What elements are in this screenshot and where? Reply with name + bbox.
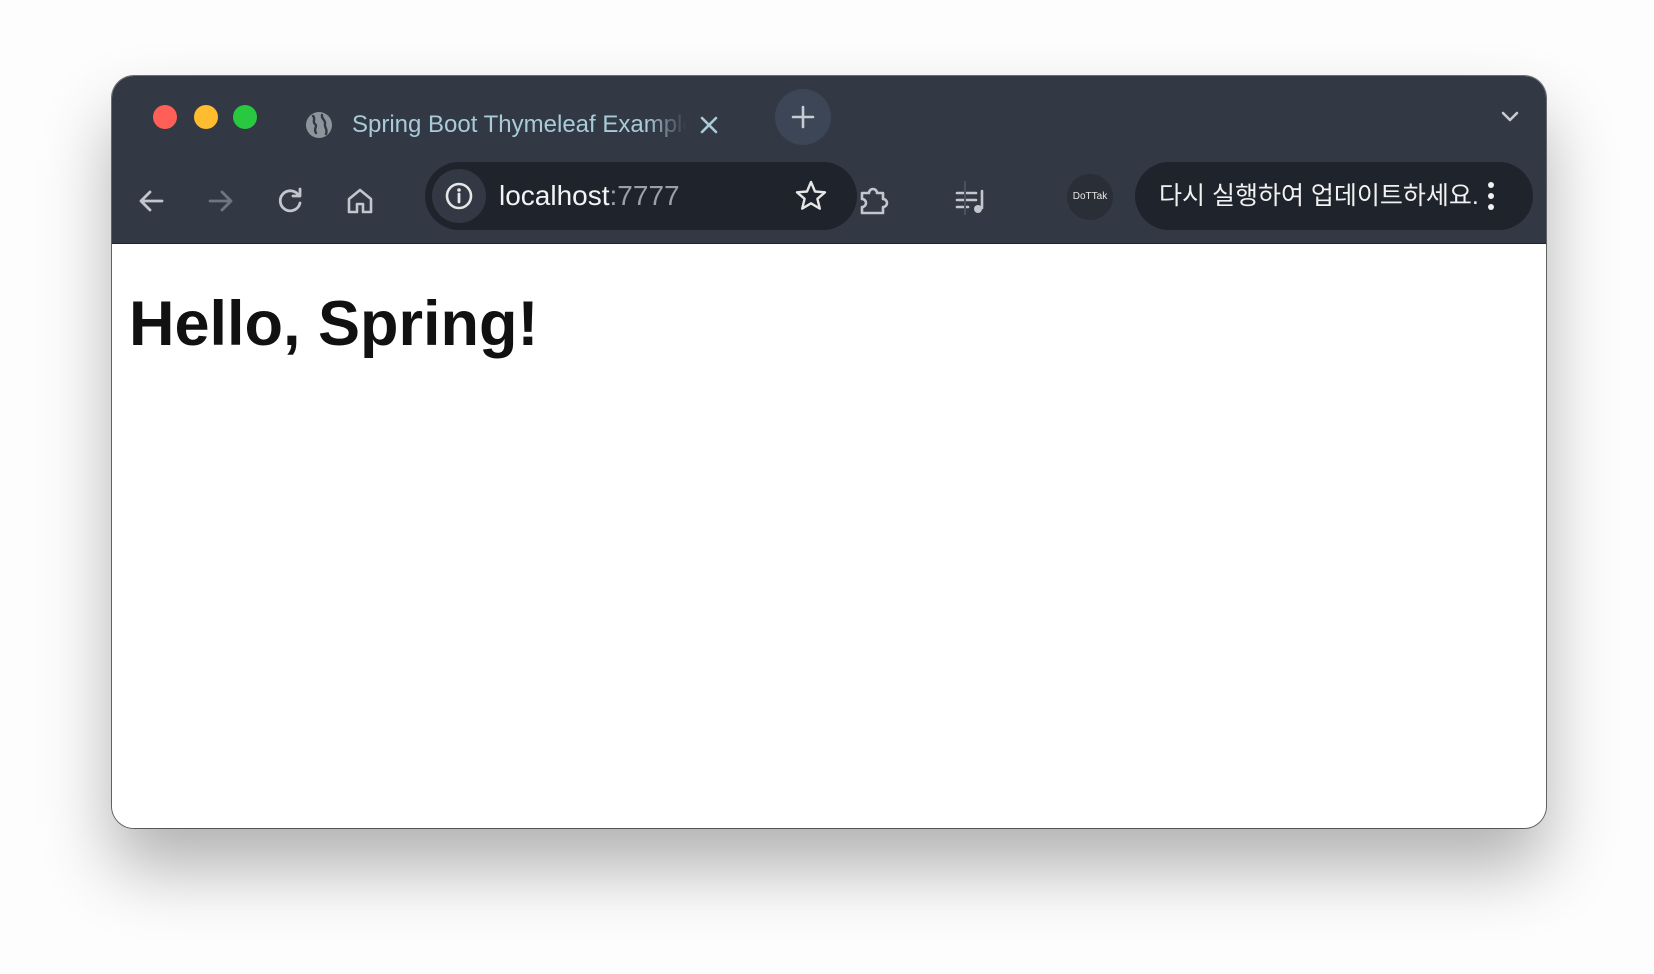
update-chip-label: 다시 실행하여 업데이트하세요. xyxy=(1159,182,1479,210)
reload-icon[interactable] xyxy=(272,183,308,219)
url-port: :7777 xyxy=(609,180,680,211)
minimize-window-button[interactable] xyxy=(194,105,218,129)
url-text[interactable]: localhost:7777 xyxy=(499,179,680,213)
update-relaunch-button[interactable]: 다시 실행하여 업데이트하세요. xyxy=(1135,162,1533,230)
desktop-background: Spring Boot Thymeleaf Example localhost:… xyxy=(0,0,1654,974)
more-menu-kebab-icon[interactable] xyxy=(1483,180,1499,212)
close-window-button[interactable] xyxy=(153,105,177,129)
tab-title: Spring Boot Thymeleaf Example xyxy=(352,111,687,138)
profile-label: DoTTak xyxy=(1072,191,1108,202)
home-icon[interactable] xyxy=(342,183,378,219)
media-controls-icon[interactable] xyxy=(952,182,990,220)
close-tab-icon[interactable] xyxy=(697,113,721,137)
tab-search-chevron-down-icon[interactable] xyxy=(1497,104,1523,130)
back-arrow-icon[interactable] xyxy=(134,183,170,219)
info-icon xyxy=(445,182,473,210)
address-bar[interactable]: localhost:7777 xyxy=(425,162,857,230)
toolbar-divider xyxy=(964,181,966,215)
url-host: localhost xyxy=(499,180,610,211)
bookmark-star-icon[interactable] xyxy=(793,178,829,214)
profile-avatar-button[interactable]: DoTTak xyxy=(1067,174,1113,220)
page-viewport: Hello, Spring! xyxy=(112,244,1546,828)
browser-tab-active[interactable]: Spring Boot Thymeleaf Example xyxy=(292,88,732,158)
page-heading: Hello, Spring! xyxy=(129,289,539,359)
extensions-puzzle-icon[interactable] xyxy=(855,182,893,220)
browser-window: Spring Boot Thymeleaf Example localhost:… xyxy=(112,76,1546,828)
title-bar: Spring Boot Thymeleaf Example xyxy=(112,76,1546,158)
new-tab-button[interactable] xyxy=(775,89,831,145)
globe-icon xyxy=(306,112,332,138)
plus-icon xyxy=(791,105,815,129)
maximize-window-button[interactable] xyxy=(233,105,257,129)
site-info-button[interactable] xyxy=(432,169,486,223)
forward-arrow-icon[interactable] xyxy=(202,183,238,219)
